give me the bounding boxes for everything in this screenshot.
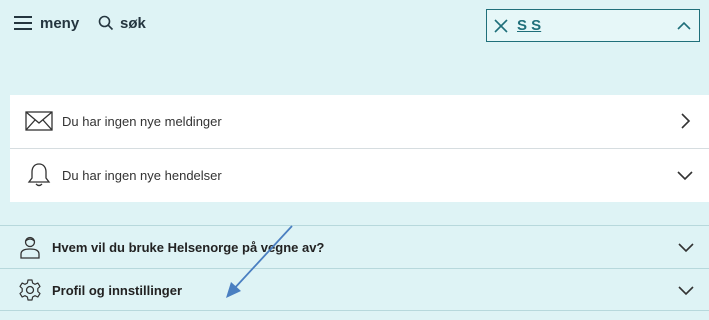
- chevron-up-icon: [677, 21, 691, 30]
- gear-icon: [19, 279, 41, 301]
- messages-row[interactable]: Du har ingen nye meldinger: [10, 95, 709, 149]
- user-selector[interactable]: S S: [486, 9, 700, 42]
- user-name[interactable]: S S: [517, 17, 669, 34]
- chevron-down-icon: [678, 243, 694, 253]
- chevron-right-icon: [681, 113, 691, 129]
- bell-icon: [27, 163, 51, 187]
- chevron-down-icon: [677, 171, 693, 181]
- events-row[interactable]: Du har ingen nye hendelser: [10, 149, 709, 202]
- search-icon: [98, 15, 114, 31]
- events-label: Du har ingen nye hendelser: [62, 168, 222, 183]
- chevron-down-icon: [678, 286, 694, 296]
- user-toggle-button[interactable]: [669, 10, 699, 41]
- user-close-button[interactable]: [487, 10, 515, 41]
- search-button[interactable]: søk: [98, 8, 146, 38]
- divider: [0, 310, 709, 311]
- menu-button[interactable]: meny: [14, 8, 79, 38]
- menu-label: meny: [40, 14, 80, 32]
- person-icon: [20, 236, 40, 259]
- messages-label: Du har ingen nye meldinger: [62, 114, 222, 129]
- profile-label: Profil og innstillinger: [52, 282, 182, 298]
- envelope-icon: [25, 111, 53, 131]
- represent-accordion[interactable]: Hvem vil du bruke Helsenorge på vegne av…: [0, 225, 709, 268]
- profile-accordion[interactable]: Profil og innstillinger: [0, 268, 709, 311]
- close-icon: [494, 18, 508, 33]
- top-bar: meny søk S S: [0, 0, 709, 72]
- represent-label: Hvem vil du bruke Helsenorge på vegne av…: [52, 239, 325, 255]
- hamburger-icon: [14, 16, 32, 30]
- search-label: søk: [120, 14, 146, 32]
